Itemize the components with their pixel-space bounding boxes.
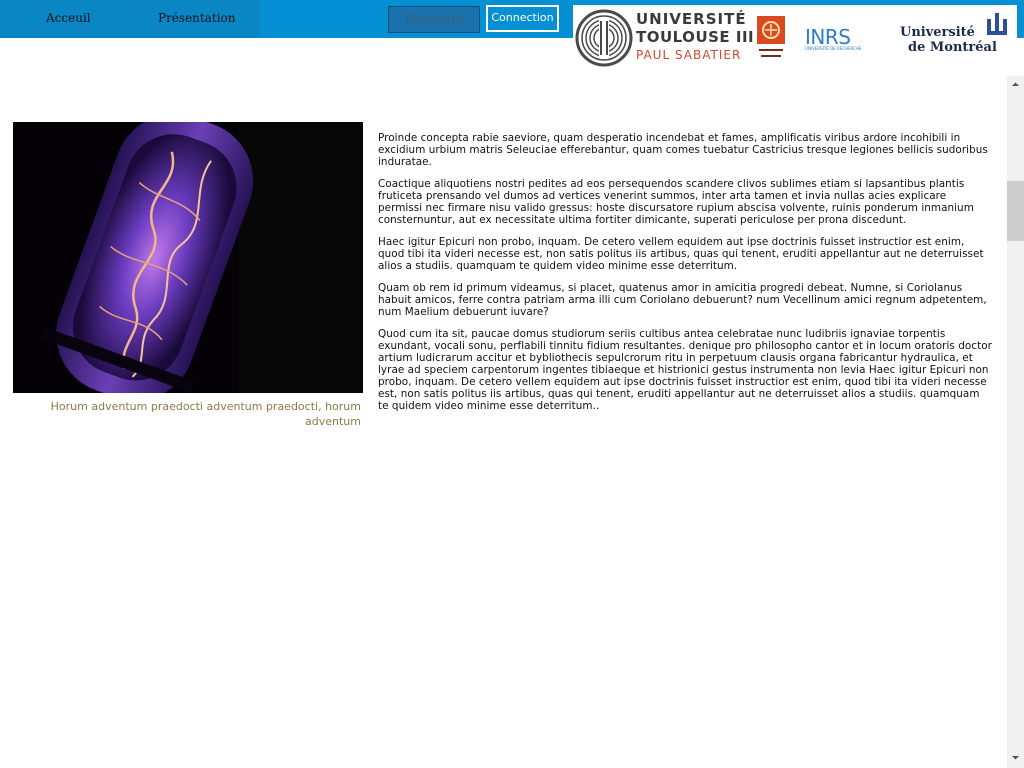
partner-logos: UNIVERSITÉ TOULOUSE III PAUL SABATIER IN… — [573, 5, 1017, 72]
udm-name-line2: de Montréal — [908, 40, 997, 55]
article-paragraph: Quod cum ita sit, paucae domus studiorum… — [378, 328, 992, 412]
scrollbar-thumb[interactable] — [1007, 181, 1024, 241]
nav-accueil-link[interactable]: Acceuil — [46, 11, 91, 25]
article-body: Proinde concepta rabie saeviore, quam de… — [378, 132, 992, 422]
ut-name-line3: PAUL SABATIER — [636, 48, 742, 62]
article-paragraph: Proinde concepta rabie saeviore, quam de… — [378, 132, 988, 168]
ut-name-line1: UNIVERSITÉ — [636, 10, 747, 28]
plasma-tube-image — [13, 122, 363, 393]
inrs-tagline: UNIVERSITÉ DE RECHERCHE — [805, 46, 862, 51]
article-paragraph: Coactique aliquotiens nostri pedites ad … — [378, 178, 974, 226]
chevron-up-icon[interactable] — [1007, 76, 1024, 93]
chevron-down-icon[interactable] — [1007, 749, 1024, 766]
universite-de-toulouse-badge — [757, 16, 785, 57]
nav-presentation-link[interactable]: Présentation — [158, 11, 236, 25]
image-caption: Horum adventum praedocti adventum praedo… — [50, 400, 361, 428]
article-paragraph: Quam ob rem id primum videamus, si place… — [378, 282, 987, 318]
university-seal-icon — [575, 9, 633, 67]
connection-button[interactable]: Connection — [486, 5, 559, 32]
plasma-tube-illustration — [13, 122, 363, 393]
montreal-emblem-icon — [987, 13, 1007, 35]
udm-name-line1: Université — [900, 25, 975, 40]
nav-left-panel: Acceuil Présentation — [0, 0, 260, 38]
ut-name-line2: TOULOUSE III — [636, 28, 755, 46]
plaquette-button[interactable]: Plaquette — [388, 6, 480, 33]
article-paragraph: Haec igitur Epicuri non probo, inquam. D… — [378, 236, 984, 272]
page-scrollbar[interactable] — [1007, 76, 1024, 768]
